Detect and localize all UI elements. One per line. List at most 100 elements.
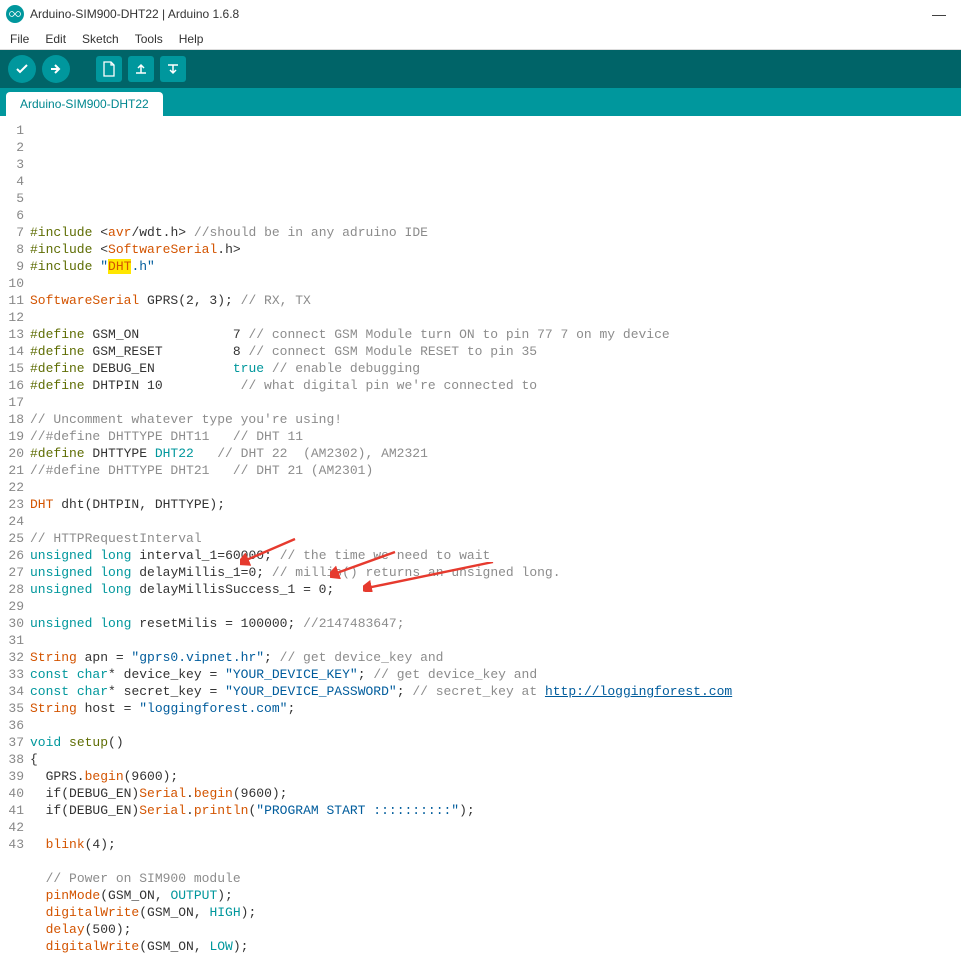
code-line[interactable] [30,717,961,734]
line-number: 36 [0,717,24,734]
line-number: 43 [0,836,24,853]
code-line[interactable] [30,598,961,615]
code-line[interactable]: void setup() [30,734,961,751]
code-line[interactable]: unsigned long interval_1=60000; // the t… [30,547,961,564]
code-line[interactable]: SoftwareSerial GPRS(2, 3); // RX, TX [30,292,961,309]
line-number: 37 [0,734,24,751]
code-line[interactable] [30,394,961,411]
line-number: 16 [0,377,24,394]
code-line[interactable] [30,479,961,496]
open-sketch-button[interactable] [128,56,154,82]
line-number: 42 [0,819,24,836]
code-line[interactable] [30,632,961,649]
code-line[interactable]: #include <avr/wdt.h> //should be in any … [30,224,961,241]
menu-file[interactable]: File [2,30,37,48]
line-number: 31 [0,632,24,649]
code-line[interactable]: DHT dht(DHTPIN, DHTTYPE); [30,496,961,513]
code-line[interactable]: // HTTPRequestInterval [30,530,961,547]
line-number: 3 [0,156,24,173]
line-number: 18 [0,411,24,428]
line-gutter: 1234567891011121314151617181920212223242… [0,122,30,955]
code-line[interactable]: #include <SoftwareSerial.h> [30,241,961,258]
line-number: 21 [0,462,24,479]
line-number: 38 [0,751,24,768]
code-line[interactable] [30,513,961,530]
line-number: 41 [0,802,24,819]
line-number: 39 [0,768,24,785]
line-number: 19 [0,428,24,445]
code-line[interactable]: //#define DHTTYPE DHT21 // DHT 21 (AM230… [30,462,961,479]
tabstrip: Arduino-SIM900-DHT22 [0,88,961,116]
code-line[interactable]: #define GSM_ON 7 // connect GSM Module t… [30,326,961,343]
line-number: 34 [0,683,24,700]
line-number: 30 [0,615,24,632]
sketch-tab[interactable]: Arduino-SIM900-DHT22 [6,92,163,116]
line-number: 20 [0,445,24,462]
line-number: 29 [0,598,24,615]
code-line[interactable]: if(DEBUG_EN)Serial.begin(9600); [30,785,961,802]
line-number: 25 [0,530,24,547]
verify-button[interactable] [8,55,36,83]
line-number: 26 [0,547,24,564]
code-line[interactable]: #define DHTPIN 10 // what digital pin we… [30,377,961,394]
line-number: 10 [0,275,24,292]
code-line[interactable]: unsigned long resetMilis = 100000; //214… [30,615,961,632]
save-sketch-button[interactable] [160,56,186,82]
menu-sketch[interactable]: Sketch [74,30,127,48]
line-number: 28 [0,581,24,598]
line-number: 14 [0,343,24,360]
code-line[interactable]: const char* secret_key = "YOUR_DEVICE_PA… [30,683,961,700]
line-number: 23 [0,496,24,513]
code-line[interactable] [30,309,961,326]
line-number: 15 [0,360,24,377]
code-line[interactable]: String host = "loggingforest.com"; [30,700,961,717]
code-line[interactable]: #define GSM_RESET 8 // connect GSM Modul… [30,343,961,360]
code-line[interactable]: { [30,751,961,768]
line-number: 32 [0,649,24,666]
code-line[interactable]: digitalWrite(GSM_ON, LOW); [30,938,961,955]
code-line[interactable]: unsigned long delayMillisSuccess_1 = 0; [30,581,961,598]
minimize-button[interactable]: — [923,6,955,22]
code-line[interactable]: digitalWrite(GSM_ON, HIGH); [30,904,961,921]
code-line[interactable]: GPRS.begin(9600); [30,768,961,785]
new-sketch-button[interactable] [96,56,122,82]
menu-tools[interactable]: Tools [127,30,171,48]
code-line[interactable]: #define DHTTYPE DHT22 // DHT 22 (AM2302)… [30,445,961,462]
code-line[interactable]: blink(4); [30,836,961,853]
line-number: 35 [0,700,24,717]
window-title: Arduino-SIM900-DHT22 | Arduino 1.6.8 [30,7,923,21]
code-line[interactable] [30,275,961,292]
code-line[interactable]: #define DEBUG_EN true // enable debuggin… [30,360,961,377]
line-number: 22 [0,479,24,496]
upload-button[interactable] [42,55,70,83]
toolbar [0,50,961,88]
code-line[interactable]: // Power on SIM900 module [30,870,961,887]
code-line[interactable] [30,819,961,836]
code-line[interactable]: delay(500); [30,921,961,938]
menubar: File Edit Sketch Tools Help [0,28,961,50]
code-line[interactable]: // Uncomment whatever type you're using! [30,411,961,428]
titlebar: Arduino-SIM900-DHT22 | Arduino 1.6.8 — [0,0,961,28]
code-editor[interactable]: 1234567891011121314151617181920212223242… [0,116,961,955]
code-line[interactable]: if(DEBUG_EN)Serial.println("PROGRAM STAR… [30,802,961,819]
code-line[interactable]: const char* device_key = "YOUR_DEVICE_KE… [30,666,961,683]
line-number: 40 [0,785,24,802]
code-line[interactable]: #include "DHT.h" [30,258,961,275]
line-number: 6 [0,207,24,224]
code-line[interactable]: String apn = "gprs0.vipnet.hr"; // get d… [30,649,961,666]
line-number: 33 [0,666,24,683]
menu-edit[interactable]: Edit [37,30,74,48]
arduino-logo-icon [6,5,24,23]
code-line[interactable]: //#define DHTTYPE DHT11 // DHT 11 [30,428,961,445]
code-area[interactable]: #include <avr/wdt.h> //should be in any … [30,122,961,955]
line-number: 11 [0,292,24,309]
line-number: 13 [0,326,24,343]
code-line[interactable]: pinMode(GSM_ON, OUTPUT); [30,887,961,904]
line-number: 7 [0,224,24,241]
menu-help[interactable]: Help [171,30,212,48]
line-number: 17 [0,394,24,411]
line-number: 5 [0,190,24,207]
code-line[interactable] [30,853,961,870]
line-number: 2 [0,139,24,156]
code-line[interactable]: unsigned long delayMillis_1=0; // millis… [30,564,961,581]
